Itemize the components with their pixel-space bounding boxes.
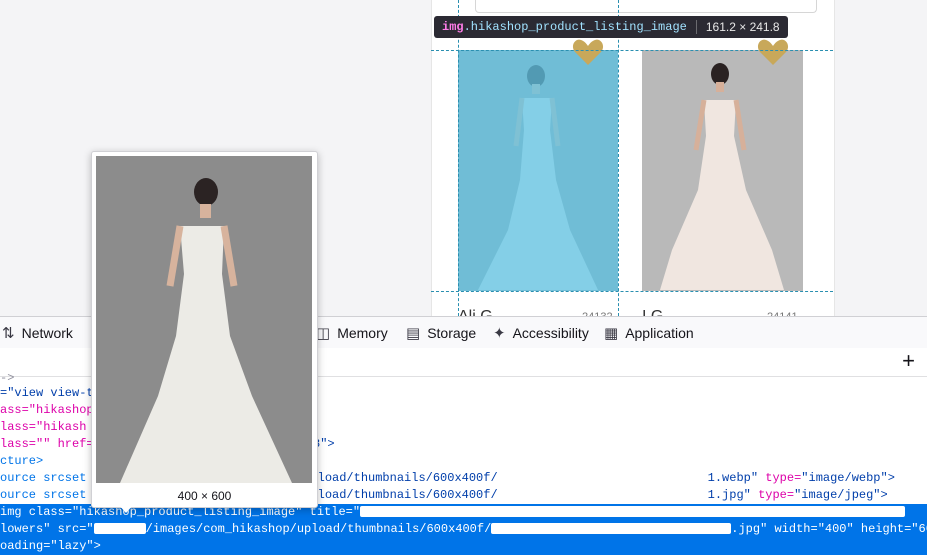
selected-code-line: oading="lazy"> xyxy=(0,538,101,555)
tooltip-class: .hikashop_product_listing_image xyxy=(463,20,687,34)
application-icon: ▦ xyxy=(604,324,619,342)
tab-memory-label: Memory xyxy=(337,324,388,341)
search-box[interactable] xyxy=(475,0,817,13)
tab-accessibility-label: Accessibility xyxy=(512,324,589,341)
inspector-tooltip: img .hikashop_product_listing_image 161.… xyxy=(434,16,788,38)
code-text: pload/thumbnails/600x400f/ xyxy=(310,488,498,502)
code-text: type= xyxy=(758,488,795,502)
image-preview-tooltip: 400 × 600 xyxy=(91,151,318,508)
code-text: lass="hikash xyxy=(0,420,87,434)
wishlist-heart-icon[interactable] xyxy=(757,38,789,66)
tooltip-separator xyxy=(695,20,697,34)
code-text: ource srcset xyxy=(0,488,87,502)
tab-memory[interactable]: ◫ Memory xyxy=(316,317,388,348)
code-text: "image/webp"> xyxy=(801,471,895,485)
code-text: pload/thumbnails/600x400f/ xyxy=(310,471,498,485)
code-line[interactable]: cture> xyxy=(0,453,43,470)
code-text: /images/com_hikashop/upload/thumbnails/6… xyxy=(145,522,492,536)
tab-storage[interactable]: ▤ Storage xyxy=(406,317,476,348)
code-text: 1.jpg" xyxy=(707,488,751,502)
code-text: ource srcset xyxy=(0,471,87,485)
inspector-guide-left xyxy=(458,0,459,316)
inspector-guide-bottom xyxy=(431,291,833,292)
code-text: lowers" src=" xyxy=(0,522,94,536)
memory-icon: ◫ xyxy=(316,324,331,342)
preview-dimensions: 400 × 600 xyxy=(177,489,232,503)
dress-photo-2 xyxy=(642,50,803,291)
tab-network[interactable]: ⇅ Network xyxy=(2,317,73,348)
code-line[interactable]: ="view view-t xyxy=(0,385,94,402)
redacted-text xyxy=(491,523,732,535)
accessibility-icon: ✦ xyxy=(493,324,506,342)
product-name-2[interactable]: I G xyxy=(642,308,663,316)
selected-code-line: lowers" src=" /images/com_hikashop/upload… xyxy=(0,521,927,538)
network-icon: ⇅ xyxy=(2,324,15,342)
tooltip-tag: img xyxy=(442,20,464,34)
redacted-text xyxy=(93,523,146,535)
selected-node[interactable]: img class="hikashop_product_listing_imag… xyxy=(0,504,927,555)
preview-image xyxy=(96,156,312,483)
tab-network-label: Network xyxy=(21,324,73,341)
product-name-1[interactable]: Ali G xyxy=(458,308,493,316)
tooltip-dimensions: 161.2 × 241.8 xyxy=(705,20,780,34)
preview-pointer xyxy=(118,504,134,513)
inspector-guide-top xyxy=(431,50,833,51)
tab-application[interactable]: ▦ Application xyxy=(604,317,694,348)
redacted-text xyxy=(497,489,708,501)
code-text: cture> xyxy=(0,454,44,468)
code-line[interactable]: lass="hikash xyxy=(0,419,86,436)
code-text: oading="lazy"> xyxy=(0,539,101,553)
code-text: "image/jpeg"> xyxy=(794,488,888,502)
inspector-highlight-overlay xyxy=(458,50,618,291)
product-image-2[interactable] xyxy=(642,50,803,291)
inspector-guide-right xyxy=(618,0,619,316)
dress-preview-photo xyxy=(96,156,312,483)
code-text: 1.webp" xyxy=(707,471,759,485)
code-text: type= xyxy=(765,471,802,485)
redacted-text xyxy=(360,506,906,518)
add-node-button[interactable]: + xyxy=(902,350,915,372)
tab-accessibility[interactable]: ✦ Accessibility xyxy=(493,317,589,348)
redacted-text xyxy=(497,472,708,484)
wishlist-heart-icon[interactable] xyxy=(572,38,604,66)
code-text: ="view view-t xyxy=(0,386,94,400)
code-text: ass="hikashop_ xyxy=(0,403,101,417)
code-text: lass="" href=" xyxy=(0,437,101,451)
tab-application-label: Application xyxy=(625,324,694,341)
code-line[interactable]: ass="hikashop_ xyxy=(0,402,101,419)
tab-storage-label: Storage xyxy=(427,324,477,341)
storage-icon: ▤ xyxy=(406,324,421,342)
code-text: .jpg" width="400" height="600" xyxy=(731,522,927,536)
